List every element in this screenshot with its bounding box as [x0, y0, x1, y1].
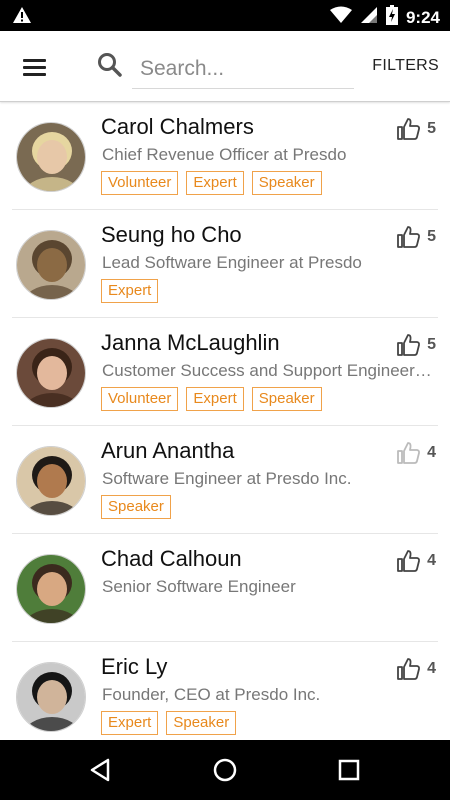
battery-charging-icon: [385, 5, 398, 30]
person-title: Software Engineer at Presdo Inc.: [102, 469, 352, 488]
person-title: Customer Success and Support Engineer at…: [102, 361, 434, 380]
person-name: Carol Chalmers: [101, 114, 254, 139]
cellular-icon: [360, 6, 378, 29]
people-list[interactable]: Carol Chalmers Chief Revenue Officer at P…: [0, 102, 450, 740]
person-name: Seung ho Cho: [101, 222, 242, 247]
tag-badge: Volunteer: [101, 171, 179, 195]
status-time: 9:24: [405, 7, 440, 27]
tag-badge: Volunteer: [101, 387, 179, 411]
person-card[interactable]: Eric Ly Founder, CEO at Presdo Inc. Expert…: [0, 642, 450, 740]
person-card[interactable]: Carol Chalmers Chief Revenue Officer at P…: [0, 102, 450, 210]
like-count: 4: [427, 552, 436, 569]
recents-icon[interactable]: [332, 754, 366, 786]
person-card[interactable]: Seung ho Cho Lead Software Engineer at Pr…: [0, 210, 450, 318]
tag-badge: Expert: [101, 711, 159, 735]
tag-badge: Expert: [186, 387, 244, 411]
tag-badge: Speaker: [166, 711, 237, 735]
thumbs-up-icon: [397, 226, 421, 248]
like-count: 4: [427, 660, 436, 677]
tag-list: Volunteer Expert Speaker: [101, 387, 322, 411]
person-card[interactable]: Arun Anantha Software Engineer at Presdo …: [0, 426, 450, 534]
tag-list: Expert Speaker: [101, 711, 237, 735]
tag-badge: Expert: [186, 171, 244, 195]
thumbs-up-icon: [397, 442, 421, 464]
like-button[interactable]: 5: [396, 117, 436, 141]
hamburger-menu-icon[interactable]: [14, 51, 56, 83]
person-card[interactable]: Janna McLaughlin Customer Success and Sup…: [0, 318, 450, 426]
person-name: Eric Ly: [101, 654, 168, 679]
like-count: 5: [427, 120, 436, 137]
thumbs-up-icon: [397, 658, 421, 680]
avatar: [16, 230, 86, 300]
avatar: [16, 122, 86, 192]
thumbs-up-icon: [397, 550, 421, 572]
person-name: Janna McLaughlin: [101, 330, 280, 355]
person-card[interactable]: Chad Calhoun Senior Software Engineer 4: [0, 534, 450, 642]
like-count: 4: [427, 444, 436, 461]
avatar: [16, 662, 86, 732]
avatar: [16, 554, 86, 624]
home-icon[interactable]: [208, 754, 242, 786]
tag-list: Expert: [101, 279, 159, 303]
person-name: Arun Anantha: [101, 438, 235, 463]
person-title: Senior Software Engineer: [102, 577, 296, 596]
app-bar: FILTERS: [0, 31, 450, 102]
person-name: Chad Calhoun: [101, 546, 242, 571]
like-count: 5: [427, 336, 436, 353]
person-title: Founder, CEO at Presdo Inc.: [102, 685, 321, 704]
like-button[interactable]: 4: [396, 549, 436, 573]
like-count: 5: [427, 228, 436, 245]
navigation-bar: [0, 740, 450, 800]
search-input[interactable]: [132, 49, 354, 89]
person-title: Lead Software Engineer at Presdo: [102, 253, 362, 272]
like-button[interactable]: 5: [396, 225, 436, 249]
thumbs-up-icon: [397, 334, 421, 356]
back-icon[interactable]: [84, 754, 118, 786]
filters-button[interactable]: FILTERS: [372, 57, 439, 75]
tag-list: Volunteer Expert Speaker: [101, 171, 322, 195]
thumbs-up-icon: [397, 118, 421, 140]
like-button[interactable]: 4: [396, 657, 436, 681]
avatar: [16, 338, 86, 408]
like-button[interactable]: 5: [396, 333, 436, 357]
wifi-icon: [329, 6, 352, 29]
tag-list: Speaker: [101, 495, 171, 519]
avatar: [16, 446, 86, 516]
status-bar: 9:24: [0, 0, 450, 31]
like-button[interactable]: 4: [396, 441, 436, 465]
person-title: Chief Revenue Officer at Presdo: [102, 145, 347, 164]
tag-badge: Speaker: [251, 387, 322, 411]
tag-badge: Speaker: [251, 171, 322, 195]
tag-badge: Expert: [101, 279, 159, 303]
search-icon[interactable]: [96, 51, 124, 79]
warning-icon: [12, 6, 32, 29]
tag-badge: Speaker: [101, 495, 171, 519]
